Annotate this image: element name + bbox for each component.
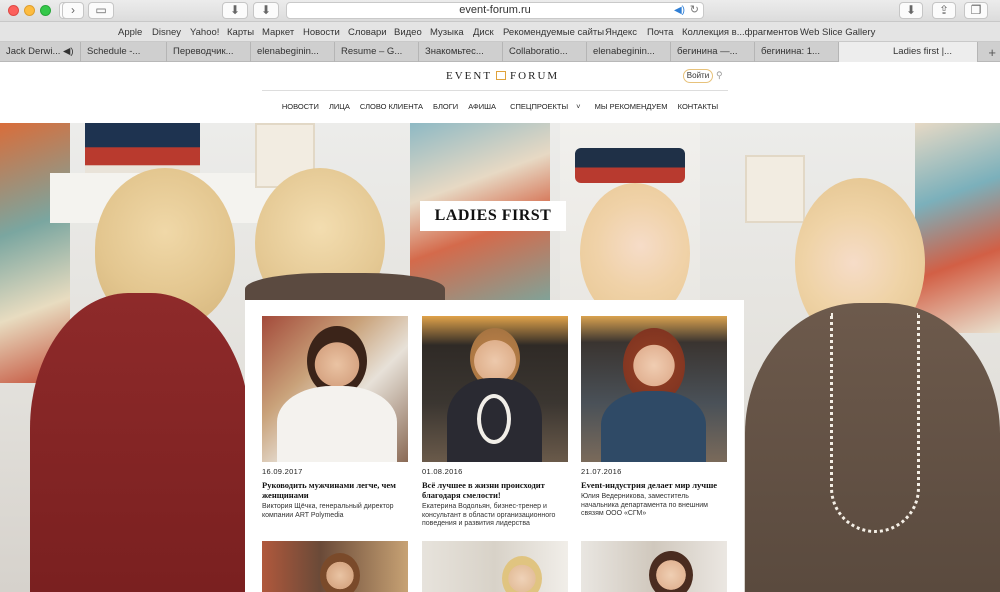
window-close-button[interactable] bbox=[8, 5, 19, 16]
article-thumbnail[interactable] bbox=[581, 316, 727, 462]
sidebar-button[interactable]: ▭ bbox=[88, 2, 114, 19]
new-tab-button[interactable]: + bbox=[988, 45, 996, 60]
article-description: Екатерина Водольян, бизнес-тренер и конс… bbox=[422, 503, 556, 527]
bookmark-item[interactable]: Web Slice Gallery bbox=[800, 27, 875, 38]
download-alt-icon: ⬇ bbox=[260, 3, 272, 17]
tabs-overview-button[interactable]: ❐ bbox=[964, 2, 988, 19]
article-card[interactable]: 16.09.2017 Руководить мужчинами легче, ч… bbox=[262, 316, 408, 520]
article-thumbnail[interactable] bbox=[262, 316, 408, 462]
bookmark-item[interactable]: Музыка bbox=[430, 27, 464, 38]
window-minimize-button[interactable] bbox=[24, 5, 35, 16]
browser-titlebar: ‹ › ▭ ⬇ ⬇ event-forum.ru ◀) ↻ ⬇ ⇪ ❐ bbox=[0, 0, 1000, 22]
bookmark-item[interactable]: Маркет bbox=[262, 27, 294, 38]
site-header: EVENT FORUM Войти ⚲ НОВОСТИ ЛИЦА СЛОВО КЛ… bbox=[0, 62, 1000, 123]
dress-pattern bbox=[477, 394, 511, 444]
bookmark-item[interactable]: Диск bbox=[473, 27, 494, 38]
article-card[interactable]: 01.08.2016 Всё лучшее в жизни происходит… bbox=[422, 316, 568, 529]
hero-title: LADIES FIRST bbox=[420, 201, 566, 231]
reload-icon[interactable]: ↻ bbox=[690, 3, 699, 18]
article-thumbnail[interactable] bbox=[422, 541, 568, 592]
portrait-head bbox=[320, 553, 360, 592]
portrait-head bbox=[649, 551, 693, 592]
site-logo[interactable]: EVENT FORUM bbox=[446, 70, 559, 82]
browser-tab[interactable]: Знакомьтес... bbox=[419, 42, 503, 62]
article-thumbnail[interactable] bbox=[262, 541, 408, 592]
browser-tab[interactable]: Resume – G... bbox=[335, 42, 419, 62]
downloads-button[interactable]: ⬇ bbox=[899, 2, 923, 19]
article-description: Юлия Ведерникова, заместитель начальника… bbox=[581, 493, 708, 517]
share-button[interactable]: ⇪ bbox=[932, 2, 956, 19]
bookmark-item[interactable]: Yahoo! bbox=[190, 27, 219, 38]
articles-panel: 16.09.2017 Руководить мужчинами легче, ч… bbox=[245, 300, 744, 592]
header-divider bbox=[262, 90, 728, 91]
chevron-right-icon: › bbox=[71, 3, 75, 17]
bookmark-item[interactable]: Рекомендуемые сайты bbox=[503, 27, 604, 38]
browser-tab[interactable]: Collaboratio... bbox=[503, 42, 587, 62]
article-date: 16.09.2017 bbox=[262, 467, 303, 476]
floral-fabric-right bbox=[915, 123, 1000, 333]
bookmark-item[interactable]: Apple bbox=[118, 27, 142, 38]
tabs-icon: ❐ bbox=[970, 3, 982, 17]
portrait-head bbox=[502, 556, 542, 592]
chevron-down-icon: ˅ bbox=[576, 102, 581, 111]
woman-dress-red bbox=[30, 293, 250, 592]
portrait-shirt bbox=[277, 386, 397, 462]
tab-bar: Jack Derwi... ◀) Schedule -... Переводчи… bbox=[0, 42, 1000, 62]
bookmarks-bar: Apple Disney Yahoo! Карты Маркет Новости… bbox=[0, 22, 1000, 42]
browser-tab[interactable]: Jack Derwi... ◀) bbox=[0, 42, 81, 62]
speaker-icon[interactable]: ◀) bbox=[63, 46, 73, 57]
article-title[interactable]: Event-индустрия делает мир лучше bbox=[581, 480, 727, 490]
browser-tab[interactable]: elenabeginin... bbox=[587, 42, 671, 62]
pocket-button[interactable]: ⬇ bbox=[253, 2, 279, 19]
portrait-blouse bbox=[601, 391, 706, 462]
bookmark-item[interactable]: Disney bbox=[152, 27, 181, 38]
downloads-icon: ⬇ bbox=[905, 3, 917, 17]
menu-item-recommend[interactable]: МЫ РЕКОМЕНДУЕМ bbox=[595, 102, 668, 111]
bookmark-item[interactable]: Коллекция в...фрагментов bbox=[682, 27, 798, 38]
speaker-icon[interactable]: ◀) bbox=[674, 3, 685, 18]
browser-tab-active[interactable]: Ladies first |... bbox=[839, 42, 978, 62]
bookmark-item[interactable]: Карты bbox=[227, 27, 254, 38]
browser-tab[interactable]: бегинина: 1... bbox=[755, 42, 839, 62]
main-menu: НОВОСТИ ЛИЦА СЛОВО КЛИЕНТА БЛОГИ АФИША С… bbox=[0, 102, 1000, 111]
bookmark-item[interactable]: Видео bbox=[394, 27, 422, 38]
browser-tab[interactable]: Schedule -... bbox=[81, 42, 167, 62]
article-date: 21.07.2016 bbox=[581, 467, 622, 476]
article-title[interactable]: Руководить мужчинами легче, чем женщинам… bbox=[262, 480, 408, 500]
article-date: 01.08.2016 bbox=[422, 467, 463, 476]
sidebar-icon: ▭ bbox=[95, 3, 107, 17]
browser-tab[interactable]: elenabeginin... bbox=[251, 42, 335, 62]
article-description: Виктория Щёчка, генеральный директор ком… bbox=[262, 503, 394, 519]
article-card[interactable]: 21.07.2016 Event-индустрия делает мир лу… bbox=[581, 316, 727, 519]
browser-tab[interactable]: Переводчик... bbox=[167, 42, 251, 62]
article-thumbnail[interactable] bbox=[581, 541, 727, 592]
url-text: event-forum.ru bbox=[459, 4, 531, 16]
menu-item-afisha[interactable]: АФИША bbox=[468, 102, 496, 111]
window-maximize-button[interactable] bbox=[40, 5, 51, 16]
share-icon: ⇪ bbox=[938, 3, 950, 17]
search-icon[interactable]: ⚲ bbox=[716, 70, 723, 81]
logo-mark-icon bbox=[496, 71, 507, 80]
forward-button[interactable]: › bbox=[62, 2, 84, 19]
bookmark-item[interactable]: Новости bbox=[303, 27, 340, 38]
bookmark-item[interactable]: Словари bbox=[348, 27, 387, 38]
download-button[interactable]: ⬇ bbox=[222, 2, 248, 19]
browser-tab[interactable]: бегинина —... bbox=[671, 42, 755, 62]
menu-item-faces[interactable]: ЛИЦА bbox=[329, 102, 350, 111]
article-title[interactable]: Всё лучшее в жизни происходит благодаря … bbox=[422, 480, 568, 500]
menu-item-blogs[interactable]: БЛОГИ bbox=[433, 102, 458, 111]
download-icon: ⬇ bbox=[229, 3, 241, 17]
address-bar[interactable]: event-forum.ru ◀) ↻ bbox=[286, 2, 704, 19]
menu-item-news[interactable]: НОВОСТИ bbox=[282, 102, 319, 111]
login-button[interactable]: Войти bbox=[683, 69, 713, 83]
picture-frame-right bbox=[745, 155, 805, 223]
bookmark-item[interactable]: Почта bbox=[647, 27, 673, 38]
menu-item-contacts[interactable]: КОНТАКТЫ bbox=[678, 102, 718, 111]
menu-item-client-word[interactable]: СЛОВО КЛИЕНТА bbox=[360, 102, 423, 111]
menu-item-special-projects[interactable]: СПЕЦПРОЕКТЫ ˅ bbox=[506, 102, 584, 111]
hat-stack bbox=[575, 148, 685, 183]
article-thumbnail[interactable] bbox=[422, 316, 568, 462]
bookmark-item[interactable]: Яндекс bbox=[605, 27, 637, 38]
pearl-necklace bbox=[830, 313, 920, 533]
